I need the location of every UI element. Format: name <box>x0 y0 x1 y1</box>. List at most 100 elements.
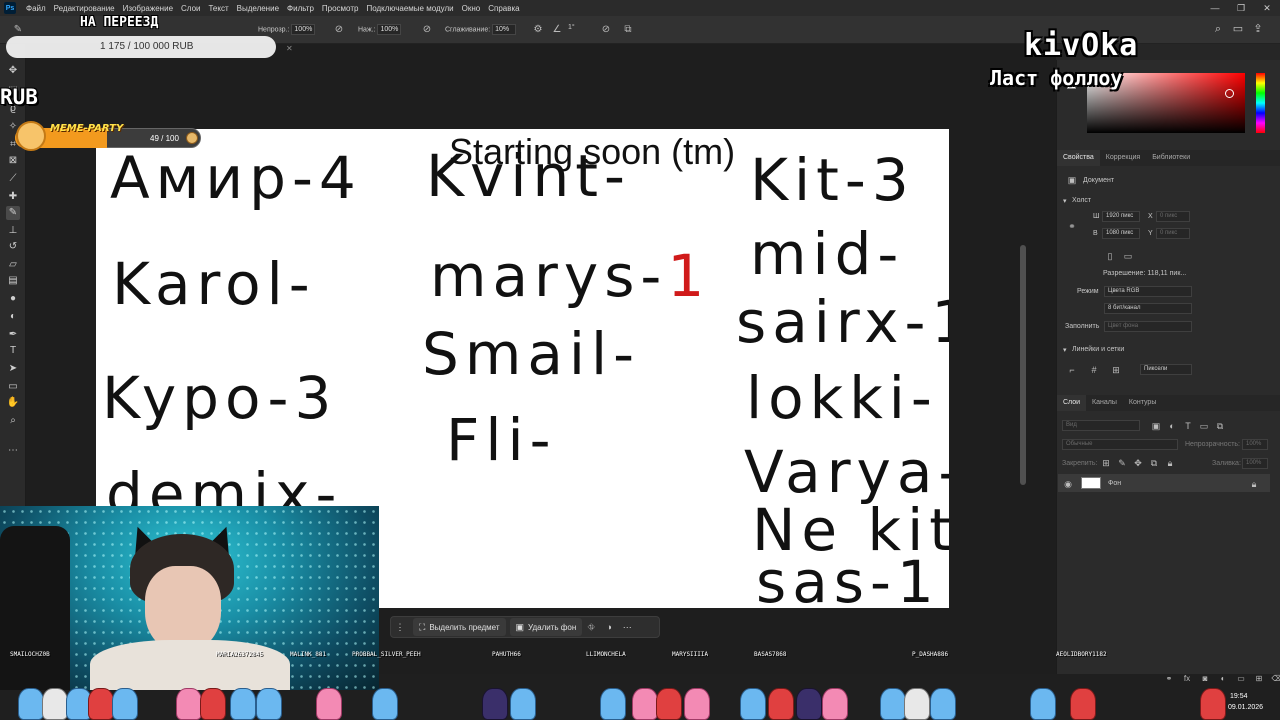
opacity-option[interactable]: Непрозр.: 100% <box>258 24 316 35</box>
more-tools-icon[interactable]: ⋯ <box>6 444 20 458</box>
menu-filter[interactable]: Фильтр <box>283 4 318 13</box>
rulers-icon[interactable]: ⌐ <box>1066 364 1078 376</box>
mode-select[interactable]: Цвета RGB <box>1104 286 1192 297</box>
menu-plugins[interactable]: Подключаемые модули <box>362 4 457 13</box>
rulers-section-chevron-icon[interactable]: ▾ <box>1063 346 1067 354</box>
move-tool-icon[interactable]: ✥ <box>6 64 20 78</box>
flow-field[interactable]: 100% <box>377 24 402 35</box>
height-field[interactable]: 1080 пикс <box>1102 228 1140 239</box>
search-icon[interactable]: ⌕ <box>1211 22 1225 36</box>
fill-opacity-field[interactable]: 100% <box>1242 458 1268 469</box>
menu-select[interactable]: Выделение <box>233 4 283 13</box>
eye-icon[interactable]: ◉ <box>1062 478 1074 490</box>
path-select-tool-icon[interactable]: ➤ <box>6 362 20 376</box>
menu-help[interactable]: Справка <box>484 4 523 13</box>
grid-icon[interactable]: # <box>1088 364 1100 376</box>
tab-paths[interactable]: Контуры <box>1123 395 1162 411</box>
filter-adjust-icon[interactable]: ◐ <box>1166 420 1178 432</box>
hand-tool-icon[interactable]: ✋ <box>6 396 20 410</box>
brush-tool-icon[interactable]: ✎ <box>6 206 20 220</box>
minimize-icon[interactable]: — <box>1202 0 1228 16</box>
frame-tool-icon[interactable]: ⊠ <box>6 154 20 168</box>
menu-edit[interactable]: Редактирование <box>50 4 119 13</box>
menu-type[interactable]: Текст <box>204 4 232 13</box>
menu-layers[interactable]: Слои <box>177 4 204 13</box>
select-subject-button[interactable]: ⛶ Выделить предмет <box>413 618 506 636</box>
more-options-icon[interactable]: ⋯ <box>618 622 636 633</box>
filter-shape-icon[interactable]: ▭ <box>1198 420 1210 432</box>
link-icon[interactable]: ⚭ <box>1066 220 1078 232</box>
layer-opacity-field[interactable]: 100% <box>1242 439 1268 450</box>
eraser-tool-icon[interactable]: ▱ <box>6 258 20 272</box>
brush-preset-icon[interactable]: ✎ <box>12 24 24 36</box>
blur-tool-icon[interactable]: ● <box>6 292 20 306</box>
smoothing-option[interactable]: Сглаживание: 10% <box>445 24 517 35</box>
tab-layers[interactable]: Слои <box>1057 395 1087 411</box>
fill-select[interactable]: Цвет фона <box>1104 321 1192 332</box>
settings-icon[interactable]: ⛗ <box>582 622 600 633</box>
menu-image[interactable]: Изображение <box>119 4 177 13</box>
flow-option[interactable]: Наж.: 100% <box>358 24 402 35</box>
fill-opacity-label: Заливка: <box>1212 460 1241 467</box>
lock-artboard-icon[interactable]: ⧉ <box>1148 457 1160 469</box>
pressure-opacity-icon[interactable]: ⊘ <box>333 24 345 36</box>
guides-icon[interactable]: ⊞ <box>1110 364 1122 376</box>
tab-channels[interactable]: Каналы <box>1086 395 1123 411</box>
filter-type-icon[interactable]: T <box>1182 420 1194 432</box>
opacity-field[interactable]: 100% <box>291 24 316 35</box>
type-tool-icon[interactable]: T <box>6 344 20 358</box>
portrait-orientation-icon[interactable]: ▯ <box>1104 250 1116 262</box>
lock-all-icon[interactable]: 🔒︎ <box>1164 457 1176 469</box>
photoshop-logo-icon[interactable]: Ps <box>4 2 16 14</box>
rulers-section-title[interactable]: Линейки и сетки <box>1072 346 1124 353</box>
layer-search-field[interactable]: Вид <box>1062 420 1140 431</box>
bit-depth-select[interactable]: 8 бит/канал <box>1104 303 1192 314</box>
lock-move-icon[interactable]: ✥ <box>1132 457 1144 469</box>
canvas-scrollbar[interactable] <box>1020 245 1026 485</box>
hue-slider[interactable] <box>1256 73 1265 133</box>
lock-paint-icon[interactable]: ✎ <box>1116 457 1128 469</box>
landscape-orientation-icon[interactable]: ▭ <box>1122 250 1134 262</box>
tab-libraries[interactable]: Библиотеки <box>1146 150 1196 166</box>
zoom-tool-icon[interactable]: ⌕ <box>6 414 20 428</box>
healing-tool-icon[interactable]: ✚ <box>6 190 20 204</box>
pen-tool-icon[interactable]: ✒ <box>6 328 20 342</box>
airbrush-icon[interactable]: ⊘ <box>421 24 433 36</box>
lock-pixels-icon[interactable]: ⊞ <box>1100 457 1112 469</box>
dodge-tool-icon[interactable]: ◐ <box>6 310 20 324</box>
menu-window[interactable]: Окно <box>458 4 485 13</box>
circle-icon[interactable]: ◑ <box>600 622 618 632</box>
workspace-icon[interactable]: ▭ <box>1231 22 1245 36</box>
gear-icon[interactable]: ⚙ <box>532 24 544 36</box>
shape-tool-icon[interactable]: ▭ <box>6 380 20 394</box>
filter-image-icon[interactable]: ▣ <box>1150 420 1162 432</box>
stamp-tool-icon[interactable]: ⊥ <box>6 224 20 238</box>
gradient-tool-icon[interactable]: ▤ <box>6 274 20 288</box>
angle-icon[interactable]: ∠ <box>551 24 563 36</box>
canvas-section-title[interactable]: Холст <box>1072 197 1091 204</box>
blend-mode-select[interactable]: Обычные <box>1062 439 1178 450</box>
color-picker-cursor[interactable] <box>1225 89 1234 98</box>
history-brush-tool-icon[interactable]: ↺ <box>6 240 20 254</box>
x-field[interactable]: 0 пикс <box>1156 211 1190 222</box>
eyedropper-tool-icon[interactable]: ⟋ <box>6 172 20 186</box>
canvas-section-chevron-icon[interactable]: ▾ <box>1063 197 1067 205</box>
width-field[interactable]: 1920 пикс <box>1102 211 1140 222</box>
share-icon[interactable]: ⇪ <box>1251 22 1265 36</box>
drag-handle-icon[interactable]: ⋮ <box>391 622 409 633</box>
units-select[interactable]: Пиксели <box>1140 364 1192 375</box>
smoothing-field[interactable]: 10% <box>492 24 517 35</box>
pressure-size-icon[interactable]: ⊘ <box>600 24 612 36</box>
angle-value[interactable]: 1° <box>568 24 575 31</box>
layer-name[interactable]: Фон <box>1108 480 1121 487</box>
y-field[interactable]: 0 пикс <box>1156 228 1190 239</box>
tab-properties[interactable]: Свойства <box>1057 150 1100 166</box>
tab-adjustments[interactable]: Коррекция <box>1100 150 1146 166</box>
menu-view[interactable]: Просмотр <box>318 4 363 13</box>
menu-file[interactable]: Файл <box>22 4 50 13</box>
filter-smart-icon[interactable]: ⧉ <box>1214 420 1226 432</box>
close-icon[interactable]: ✕ <box>1254 0 1280 16</box>
maximize-icon[interactable]: ❐ <box>1228 0 1254 16</box>
remove-background-button[interactable]: ▣ Удалить фон <box>509 618 583 636</box>
symmetry-icon[interactable]: ⧉ <box>622 24 634 36</box>
